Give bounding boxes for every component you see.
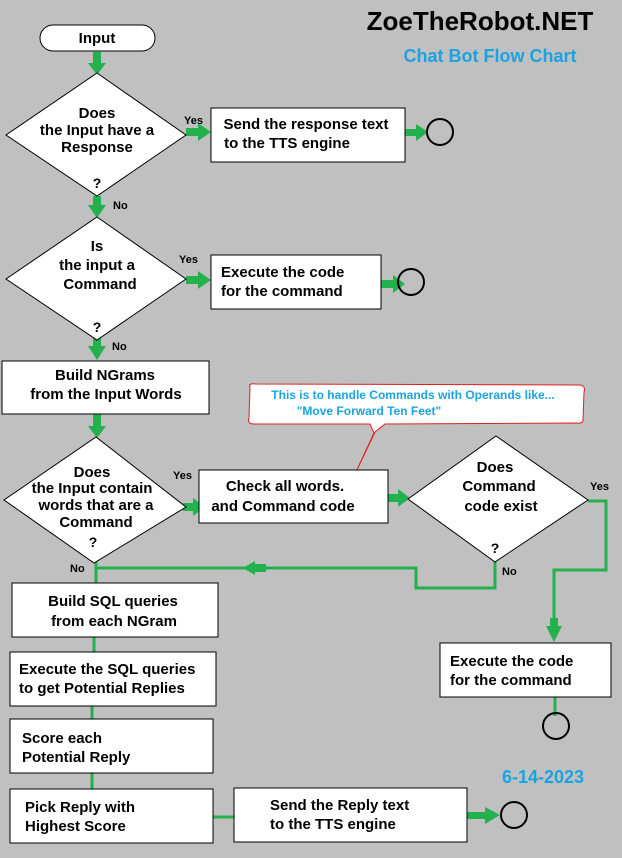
callout-line: "Move Forward Ten Feet" [297,404,442,418]
decision-question-mark: ? [89,534,98,550]
connector-end-reply [467,812,487,819]
decision-question-mark: ? [93,319,102,335]
build-sql-node: Build SQL queries from each NGram [11,582,219,638]
node-line: to get Potential Replies [19,680,185,697]
decision-line: Does [79,105,116,122]
decision-has-response: Does the Input have a Response ? [5,72,187,197]
execute-command-node-2: Execute the code for the command [439,642,612,698]
node-line: to the TTS engine [224,135,350,152]
chart-date: 6-14-2023 [502,767,584,787]
execute-sql-node: Execute the SQL queries to get Potential… [9,651,217,707]
arrow-head [546,626,562,642]
node-line: Execute the code [450,653,573,670]
node-line: Send the Reply text [270,797,409,814]
send-reply-node: Send the Reply text to the TTS engine [233,787,468,843]
connector-ngrams-down [93,414,101,428]
node-line: Highest Score [25,818,126,835]
arrow-head [485,807,500,824]
node-line: for the command [450,672,572,689]
input-label: Input [79,30,116,47]
decision-contains-command: Does the Input contain words that are a … [3,436,187,564]
node-line: Build SQL queries [48,593,178,610]
node-line: Execute the code [221,264,344,281]
node-line: Score each [22,730,102,747]
connector-yes-4 [552,499,608,628]
build-ngrams-node: Build NGrams from the Input Words [1,360,210,415]
site-title: ZoeTheRobot.NET [367,6,594,36]
arrow-stem [550,618,558,628]
callout-note: This is to handle Commands with Operands… [248,383,585,475]
yes-label: Yes [590,481,609,493]
flow-chart: ZoeTheRobot.NET Chat Bot Flow Chart 6-14… [1,6,612,844]
node-line: Execute the SQL queries [19,661,195,678]
connector-yes-2 [186,276,200,284]
arrow-head [88,205,106,218]
node-line: Potential Reply [22,749,131,766]
end-circle [500,801,528,829]
arrow-head [398,489,410,507]
arrow-head [88,346,106,360]
node-line: Send the response text [223,116,388,133]
arrow-head [198,271,211,289]
node-line: for the command [221,283,343,300]
execute-command-node: Execute the code for the command [210,254,382,310]
decision-line: Response [61,139,133,156]
yes-label: Yes [173,470,192,482]
decision-question-mark: ? [491,540,500,556]
decision-line: Command [59,514,132,531]
decision-line: Command [63,276,136,293]
send-response-node: Send the response text to the TTS engine [210,107,406,163]
end-circle [426,118,454,146]
callout-line: This is to handle Commands with Operands… [271,388,554,402]
decision-code-exists: Does Command code exist ? [407,435,589,563]
decision-question-mark: ? [93,175,102,191]
start-input-node: Input [39,24,156,52]
node-line: from the Input Words [30,386,181,403]
decision-line: Is [91,238,104,255]
node-line: Check all words. [226,478,344,495]
no-label: No [502,566,517,578]
decision-is-command: Is the input a Command ? [5,216,187,341]
connector-no-1 [93,196,101,206]
node-line: Build NGrams [55,367,155,384]
decision-line: the Input contain [32,480,153,497]
node-line: from each NGram [51,613,177,630]
arrow-stem [254,564,266,572]
check-words-node: Check all words. and Command code [198,469,389,524]
connector-yes-1 [186,128,200,136]
arrow-head [88,426,106,438]
node-line: Pick Reply with [25,799,135,816]
chart-subtitle: Chat Bot Flow Chart [404,46,577,66]
pick-reply-node: Pick Reply with Highest Score [9,788,214,844]
decision-line: words that are a [37,497,154,514]
connector-end-2 [381,280,395,288]
score-node: Score each Potential Reply [9,718,214,774]
decision-line: Command [462,478,535,495]
decision-line: the Input have a [40,122,155,139]
connectors [88,52,608,824]
no-label: No [70,563,85,575]
decision-line: Does [477,459,514,476]
arrow-head [243,561,255,575]
yes-label: Yes [179,254,198,266]
no-label: No [113,200,128,212]
node-line: and Command code [211,498,354,515]
connector-input-down [93,52,101,64]
decision-line: the input a [59,257,135,274]
end-circle [542,712,570,740]
yes-label: Yes [184,115,203,127]
node-line: to the TTS engine [270,816,396,833]
decision-line: code exist [464,498,537,515]
no-label: No [112,341,127,353]
decision-line: Does [74,464,111,481]
